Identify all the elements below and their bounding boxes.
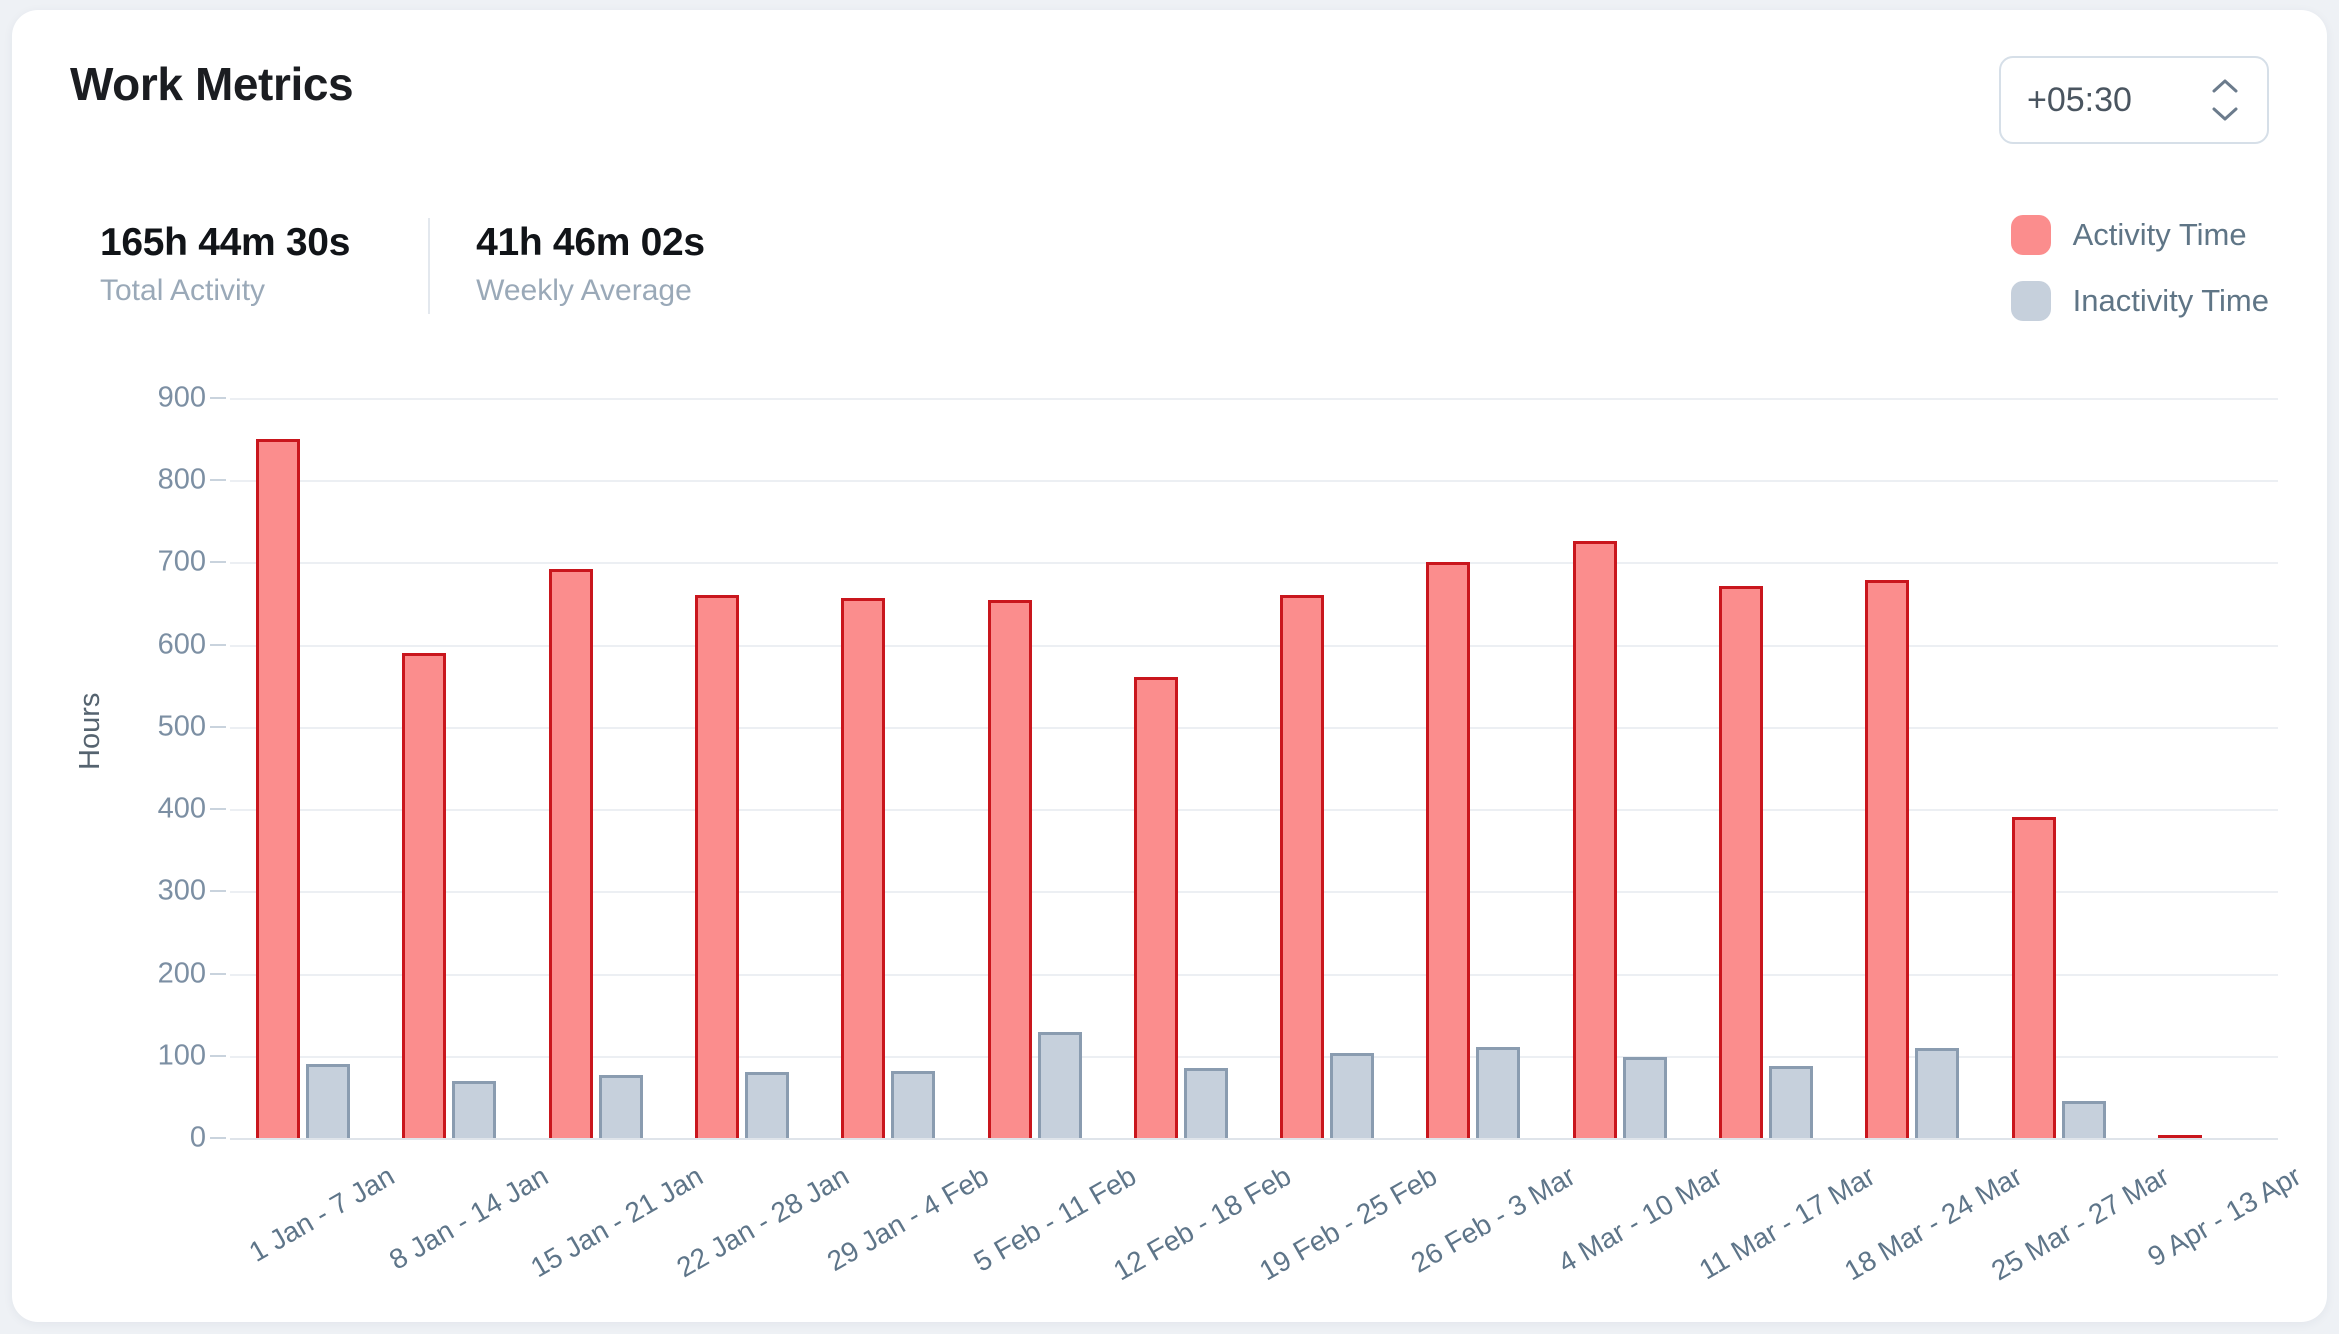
bar-activity-time[interactable]: [1865, 579, 1910, 1138]
bar-activity-time[interactable]: [694, 595, 739, 1138]
y-tick-label: 400: [157, 792, 206, 825]
bar-group: [1547, 398, 1693, 1138]
bar-inactivity-time[interactable]: [1183, 1068, 1228, 1138]
bar-group: [2132, 398, 2278, 1138]
bar-activity-time[interactable]: [1572, 541, 1617, 1138]
y-tick-mark: [210, 1137, 226, 1139]
y-tick-label: 500: [157, 710, 206, 743]
bar-group: [1108, 398, 1254, 1138]
bar-inactivity-time[interactable]: [2061, 1101, 2106, 1138]
bar-group: [1400, 398, 1546, 1138]
x-label-cell: 19 Feb - 25 Feb: [1254, 1146, 1442, 1322]
bar-group: [1985, 398, 2131, 1138]
bar-inactivity-time[interactable]: [1915, 1047, 1960, 1138]
x-label-cell: 9 Apr - 13 Apr: [2132, 1146, 2306, 1322]
bar-activity-time[interactable]: [402, 652, 447, 1138]
x-label-cell: 22 Jan - 28 Jan: [669, 1146, 854, 1322]
bar-groups: [230, 398, 2278, 1138]
bar-inactivity-time[interactable]: [891, 1071, 936, 1138]
plot-area: 0 100 200 300 400 500 600 700 800 900: [158, 382, 2278, 1154]
bar-inactivity-time[interactable]: [452, 1081, 497, 1138]
bar-group: [815, 398, 961, 1138]
bar-group: [1693, 398, 1839, 1138]
x-label-cell: 18 Mar - 24 Mar: [1839, 1146, 2027, 1322]
y-tick-mark: [210, 725, 226, 728]
bar-inactivity-time[interactable]: [1768, 1066, 1813, 1138]
bar-chart: Hours 0 100 200 300 400 500 600 700 800 900 1 Jan…: [12, 10, 2327, 1322]
bar-activity-time[interactable]: [548, 569, 593, 1138]
bar-group: [230, 398, 376, 1138]
bar-group: [1839, 398, 1985, 1138]
bar-activity-time[interactable]: [1718, 586, 1763, 1138]
bar-activity-time[interactable]: [841, 597, 886, 1138]
y-tick-mark: [210, 808, 226, 811]
bar-activity-time[interactable]: [1426, 562, 1471, 1138]
x-label-cell: 25 Mar - 27 Mar: [1985, 1146, 2174, 1322]
bar-activity-time[interactable]: [2157, 1135, 2202, 1138]
bar-activity-time[interactable]: [256, 439, 301, 1138]
y-tick-label: 800: [157, 463, 206, 496]
bar-inactivity-time[interactable]: [744, 1072, 789, 1138]
bar-group: [669, 398, 815, 1138]
bar-group: [523, 398, 669, 1138]
y-tick-mark: [210, 972, 226, 975]
y-tick-label: 700: [157, 545, 206, 578]
bar-inactivity-time[interactable]: [1037, 1031, 1082, 1138]
y-axis-title: Hours: [74, 692, 106, 770]
x-axis-labels: 1 Jan - 7 Jan 8 Jan - 14 Jan 15 Jan - 21 J…: [230, 1146, 2306, 1322]
y-tick-mark: [210, 397, 226, 399]
bar-activity-time[interactable]: [2011, 816, 2056, 1138]
bar-inactivity-time[interactable]: [1330, 1053, 1375, 1138]
x-label-cell: 11 Mar - 17 Mar: [1693, 1146, 1880, 1322]
y-tick-label: 100: [157, 1039, 206, 1072]
x-label-cell: 15 Jan - 21 Jan: [523, 1146, 708, 1322]
y-tick-mark: [210, 479, 226, 482]
bar-inactivity-time[interactable]: [306, 1064, 351, 1138]
x-label-cell: 1 Jan - 7 Jan: [230, 1146, 400, 1322]
bar-inactivity-time[interactable]: [1622, 1056, 1667, 1138]
y-tick-mark: [210, 643, 226, 646]
bar-activity-time[interactable]: [987, 600, 1032, 1138]
x-label-cell: 26 Feb - 3 Mar: [1400, 1146, 1581, 1322]
y-tick-label: 300: [157, 874, 206, 907]
y-tick-label: 0: [189, 1121, 206, 1154]
x-label-cell: 29 Jan - 4 Feb: [815, 1146, 994, 1322]
bar-activity-time[interactable]: [1133, 676, 1178, 1138]
gridline: [230, 1138, 2278, 1140]
y-tick-mark: [210, 1054, 226, 1057]
y-tick-label: 200: [157, 957, 206, 990]
bar-group: [1254, 398, 1400, 1138]
bar-activity-time[interactable]: [1280, 595, 1325, 1138]
bar-inactivity-time[interactable]: [1476, 1046, 1521, 1138]
y-tick-mark: [210, 890, 226, 893]
y-tick-label: 900: [157, 381, 206, 414]
x-label-cell: 5 Feb - 11 Feb: [961, 1146, 1141, 1322]
x-label-cell: 8 Jan - 14 Jan: [376, 1146, 553, 1322]
page-root: Work Metrics +05:30 165h 44m 30s Total A…: [0, 0, 2339, 1334]
bar-group: [376, 398, 522, 1138]
y-tick-label: 600: [157, 628, 206, 661]
bar-inactivity-time[interactable]: [598, 1074, 643, 1138]
x-tick-label: 9 Apr - 13 Apr: [2142, 1160, 2306, 1273]
work-metrics-card: Work Metrics +05:30 165h 44m 30s Total A…: [12, 10, 2327, 1322]
x-label-cell: 4 Mar - 10 Mar: [1547, 1146, 1727, 1322]
y-tick-mark: [210, 561, 226, 564]
x-label-cell: 12 Feb - 18 Feb: [1108, 1146, 1296, 1322]
bar-group: [961, 398, 1107, 1138]
